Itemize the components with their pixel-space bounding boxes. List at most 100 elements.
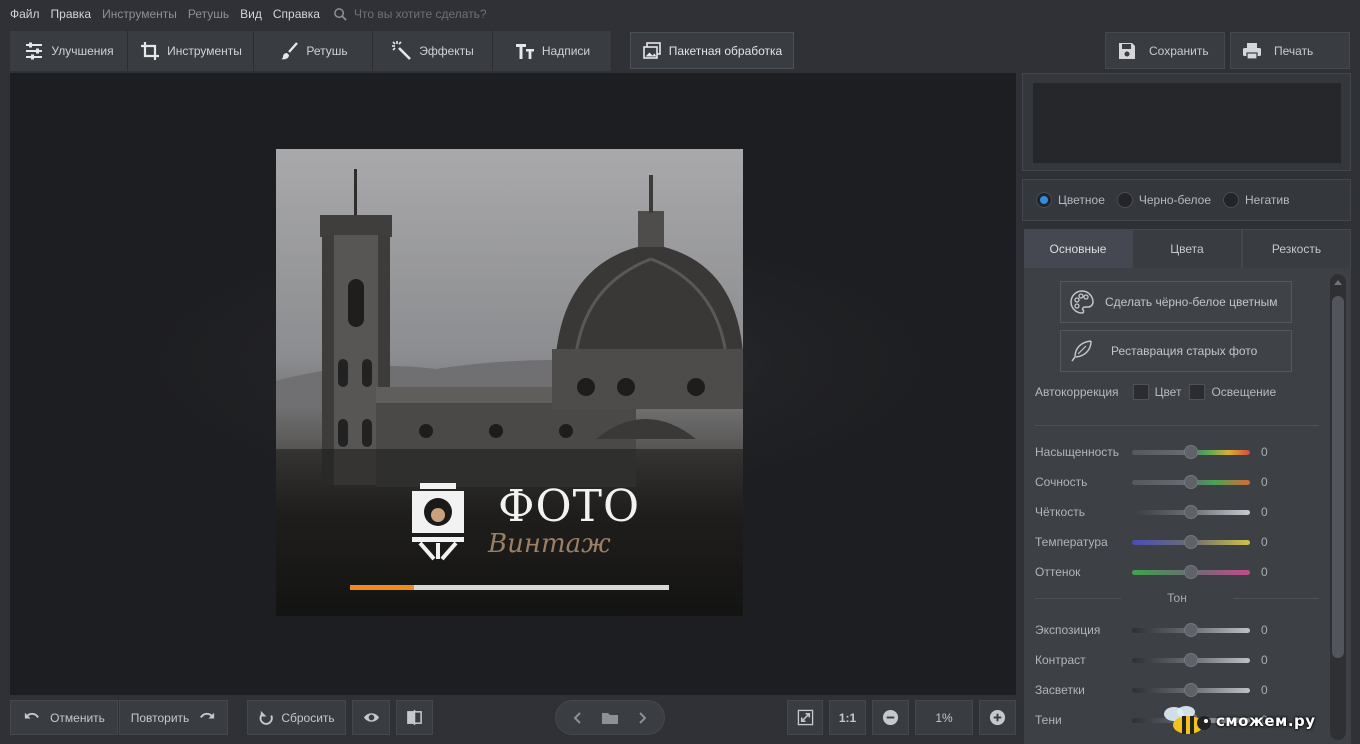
tone-slider-label: Контраст xyxy=(1035,653,1086,667)
watermark-text: сможем.ру xyxy=(1216,712,1316,730)
adjust-slider-row: Оттенок 0 xyxy=(1035,563,1285,581)
histogram-preview xyxy=(1022,73,1351,171)
print-button[interactable]: Печать xyxy=(1230,32,1350,69)
tab-effects[interactable]: Эффекты xyxy=(373,31,493,71)
adjust-slider-track[interactable] xyxy=(1132,534,1250,549)
mode-negative-label: Негатив xyxy=(1245,193,1290,207)
preview-toggle-button[interactable] xyxy=(352,700,390,735)
tab-sharpness[interactable]: Резкость xyxy=(1242,229,1351,269)
menu-bar: Файл Правка Инструменты Ретушь Вид Справ… xyxy=(0,0,1360,28)
menu-help[interactable]: Справка xyxy=(273,7,320,21)
adjust-slider-track[interactable] xyxy=(1132,444,1250,459)
tab-retouch-label: Ретушь xyxy=(306,44,348,58)
adjust-slider-track[interactable] xyxy=(1132,504,1250,519)
undo-button[interactable]: Отменить xyxy=(10,700,118,735)
menu-search[interactable]: Что вы хотите сделать? xyxy=(333,7,487,22)
tone-slider-handle[interactable] xyxy=(1184,682,1198,697)
tone-slider-track[interactable] xyxy=(1132,652,1250,667)
adjust-slider-handle[interactable] xyxy=(1184,474,1198,489)
floppy-disk-icon xyxy=(1119,42,1135,59)
save-button[interactable]: Сохранить xyxy=(1105,32,1225,69)
magic-wand-icon xyxy=(392,41,412,60)
fit-to-screen-button[interactable] xyxy=(787,700,823,735)
reset-button[interactable]: Сбросить xyxy=(247,700,346,735)
crop-icon xyxy=(141,42,160,60)
compare-button[interactable] xyxy=(396,700,433,735)
adjust-slider-handle[interactable] xyxy=(1184,534,1198,549)
menu-file[interactable]: Файл xyxy=(10,7,40,21)
undo-icon xyxy=(24,712,39,719)
mode-negative-radio[interactable]: Негатив xyxy=(1223,192,1289,208)
tone-slider-handle[interactable] xyxy=(1184,652,1198,667)
histogram-area xyxy=(1033,83,1341,163)
tone-slider-value: 0 xyxy=(1261,683,1268,697)
divider xyxy=(1232,597,1320,599)
tab-basic[interactable]: Основные xyxy=(1024,229,1132,269)
colorize-label: Сделать чёрно-белое цветным xyxy=(1105,295,1278,309)
tab-enhancements[interactable]: Улучшения xyxy=(10,31,128,71)
adjust-slider-track[interactable] xyxy=(1132,474,1250,489)
tone-slider-label: Тени xyxy=(1035,713,1062,727)
redo-button[interactable]: Повторить xyxy=(119,700,228,735)
restore-photo-label: Реставрация старых фото xyxy=(1111,344,1258,358)
adjust-slider-value: 0 xyxy=(1261,475,1268,489)
colorize-button[interactable]: Сделать чёрно-белое цветным xyxy=(1060,281,1292,323)
tone-slider-label: Экспозиция xyxy=(1035,623,1101,637)
tab-tools-label: Инструменты xyxy=(167,44,242,58)
menu-tools[interactable]: Инструменты xyxy=(102,7,177,21)
zoom-level-field[interactable]: 1% xyxy=(915,700,973,735)
app-window: Файл Правка Инструменты Ретушь Вид Справ… xyxy=(0,0,1360,744)
tone-slider-row: Засветки 0 xyxy=(1035,681,1285,699)
scroll-up-arrow[interactable] xyxy=(1334,280,1342,285)
redo-icon xyxy=(200,712,215,719)
actual-size-button[interactable]: 1:1 xyxy=(829,700,866,735)
adjust-slider-label: Сочность xyxy=(1035,475,1088,489)
tone-section-header: Тон xyxy=(1035,591,1320,605)
sliders-icon xyxy=(26,42,43,60)
chevron-right-icon[interactable] xyxy=(633,709,651,727)
tone-slider-track[interactable] xyxy=(1132,622,1250,637)
batch-processing-button[interactable]: Пакетная обработка xyxy=(630,32,794,69)
chevron-left-icon[interactable] xyxy=(569,709,587,727)
zoom-in-button[interactable] xyxy=(979,700,1016,735)
tone-slider-row: Экспозиция 0 xyxy=(1035,621,1285,639)
zoom-out-button[interactable] xyxy=(872,700,909,735)
adjust-slider-track[interactable] xyxy=(1132,564,1250,579)
menu-retouch[interactable]: Ретушь xyxy=(188,7,229,21)
divider xyxy=(1035,597,1122,599)
tab-retouch[interactable]: Ретушь xyxy=(254,31,373,71)
mode-color-radio[interactable]: Цветное xyxy=(1036,192,1105,208)
plus-circle-icon xyxy=(989,709,1006,726)
tab-captions[interactable]: Надписи xyxy=(493,31,612,71)
tab-colors[interactable]: Цвета xyxy=(1132,229,1242,269)
tab-effects-label: Эффекты xyxy=(419,44,474,58)
mode-bw-label: Черно-белое xyxy=(1138,193,1212,207)
folder-icon[interactable] xyxy=(601,709,619,727)
adjust-slider-label: Температура xyxy=(1035,535,1108,549)
panel-scrollbar[interactable] xyxy=(1330,274,1346,740)
tab-tools[interactable]: Инструменты xyxy=(128,31,254,71)
scrollbar-thumb[interactable] xyxy=(1332,296,1344,658)
logo-subtitle: Винтаж xyxy=(488,529,611,559)
adjust-slider-handle[interactable] xyxy=(1184,564,1198,579)
radio-dot xyxy=(1223,192,1240,208)
loading-progress-fill xyxy=(350,585,414,590)
menu-view[interactable]: Вид xyxy=(240,7,262,21)
minus-circle-icon xyxy=(882,709,899,726)
mode-bw-radio[interactable]: Черно-белое xyxy=(1116,192,1212,208)
adjust-slider-handle[interactable] xyxy=(1184,444,1198,459)
radio-dot xyxy=(1116,192,1133,208)
tone-slider-track[interactable] xyxy=(1132,682,1250,697)
adjust-slider-handle[interactable] xyxy=(1184,504,1198,519)
adjust-slider-value: 0 xyxy=(1261,535,1268,549)
redo-label: Повторить xyxy=(130,710,190,725)
tone-slider-handle[interactable] xyxy=(1184,622,1198,637)
image-canvas[interactable]: ФОТО Винтаж xyxy=(10,73,1016,695)
menu-edit[interactable]: Правка xyxy=(51,7,92,21)
bottom-toolbar: Отменить Повторить Сбросить 1:1 1% xyxy=(0,697,1016,744)
auto-light-checkbox[interactable] xyxy=(1189,384,1206,400)
auto-color-checkbox[interactable] xyxy=(1132,384,1149,400)
zoom-level-value: 1% xyxy=(935,710,953,725)
restore-photo-button[interactable]: Реставрация старых фото xyxy=(1060,330,1292,372)
adjust-slider-label: Насыщенность xyxy=(1035,445,1120,459)
